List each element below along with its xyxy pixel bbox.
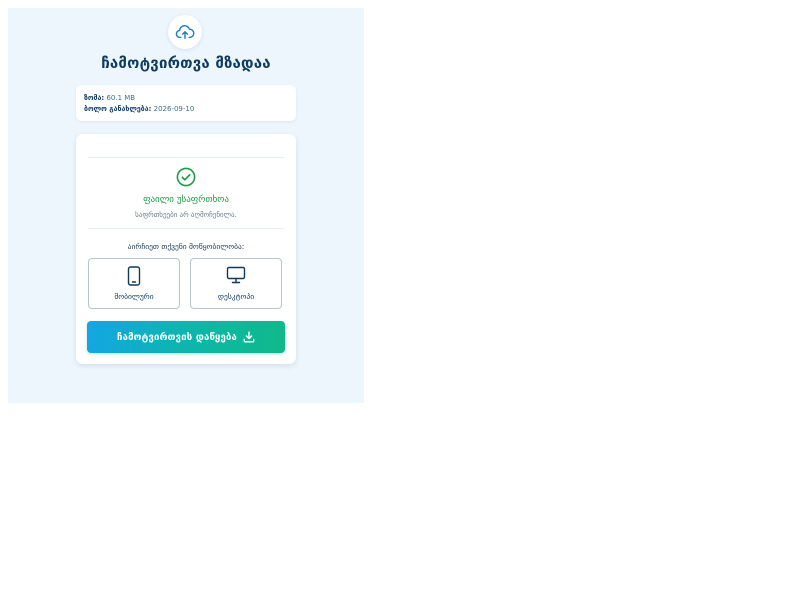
device-option-desktop[interactable]: დესკტოპი [190,258,282,309]
device-select-prompt: აირჩიეთ თქვენი მოწყობილობა: [127,242,245,251]
last-updated-row: ბოლო განახლება: 2026-09-10 [84,105,194,113]
file-size-row: ზომა: 60.1 MB [84,94,135,102]
device-option-mobile-label: მობილური [114,292,154,301]
last-updated-value: 2026-09-10 [153,105,195,113]
start-download-label: ჩამოტვირთვის დაწყება [117,331,237,343]
download-card: ფაილი უსაფრთხოა საფრთხეები არ აღმოჩენილა… [76,134,296,364]
device-option-desktop-label: დესკტოპი [217,292,255,301]
start-download-button[interactable]: ჩამოტვირთვის დაწყება [87,321,285,353]
file-safe-subtitle: საფრთხეები არ აღმოჩენილა. [135,211,237,219]
file-size-label: ზომა: [84,94,105,102]
page-title: ჩამოტვირთვა მზადაა [101,54,271,72]
divider-top [88,157,284,158]
divider-middle [88,228,284,229]
device-option-mobile[interactable]: მობილური [88,258,180,309]
file-info-card: ზომა: 60.1 MB ბოლო განახლება: 2026-09-10 [76,85,296,121]
file-size-value: 60.1 MB [106,94,136,102]
cloud-upload-icon [175,22,195,42]
monitor-icon [226,266,246,284]
file-safe-title: ფაილი უსაფრთხოა [143,195,229,205]
smartphone-icon [127,266,141,286]
check-circle-icon [176,167,196,187]
last-updated-label: ბოლო განახლება: [84,105,152,113]
upload-badge [168,15,202,49]
download-icon [243,331,255,343]
